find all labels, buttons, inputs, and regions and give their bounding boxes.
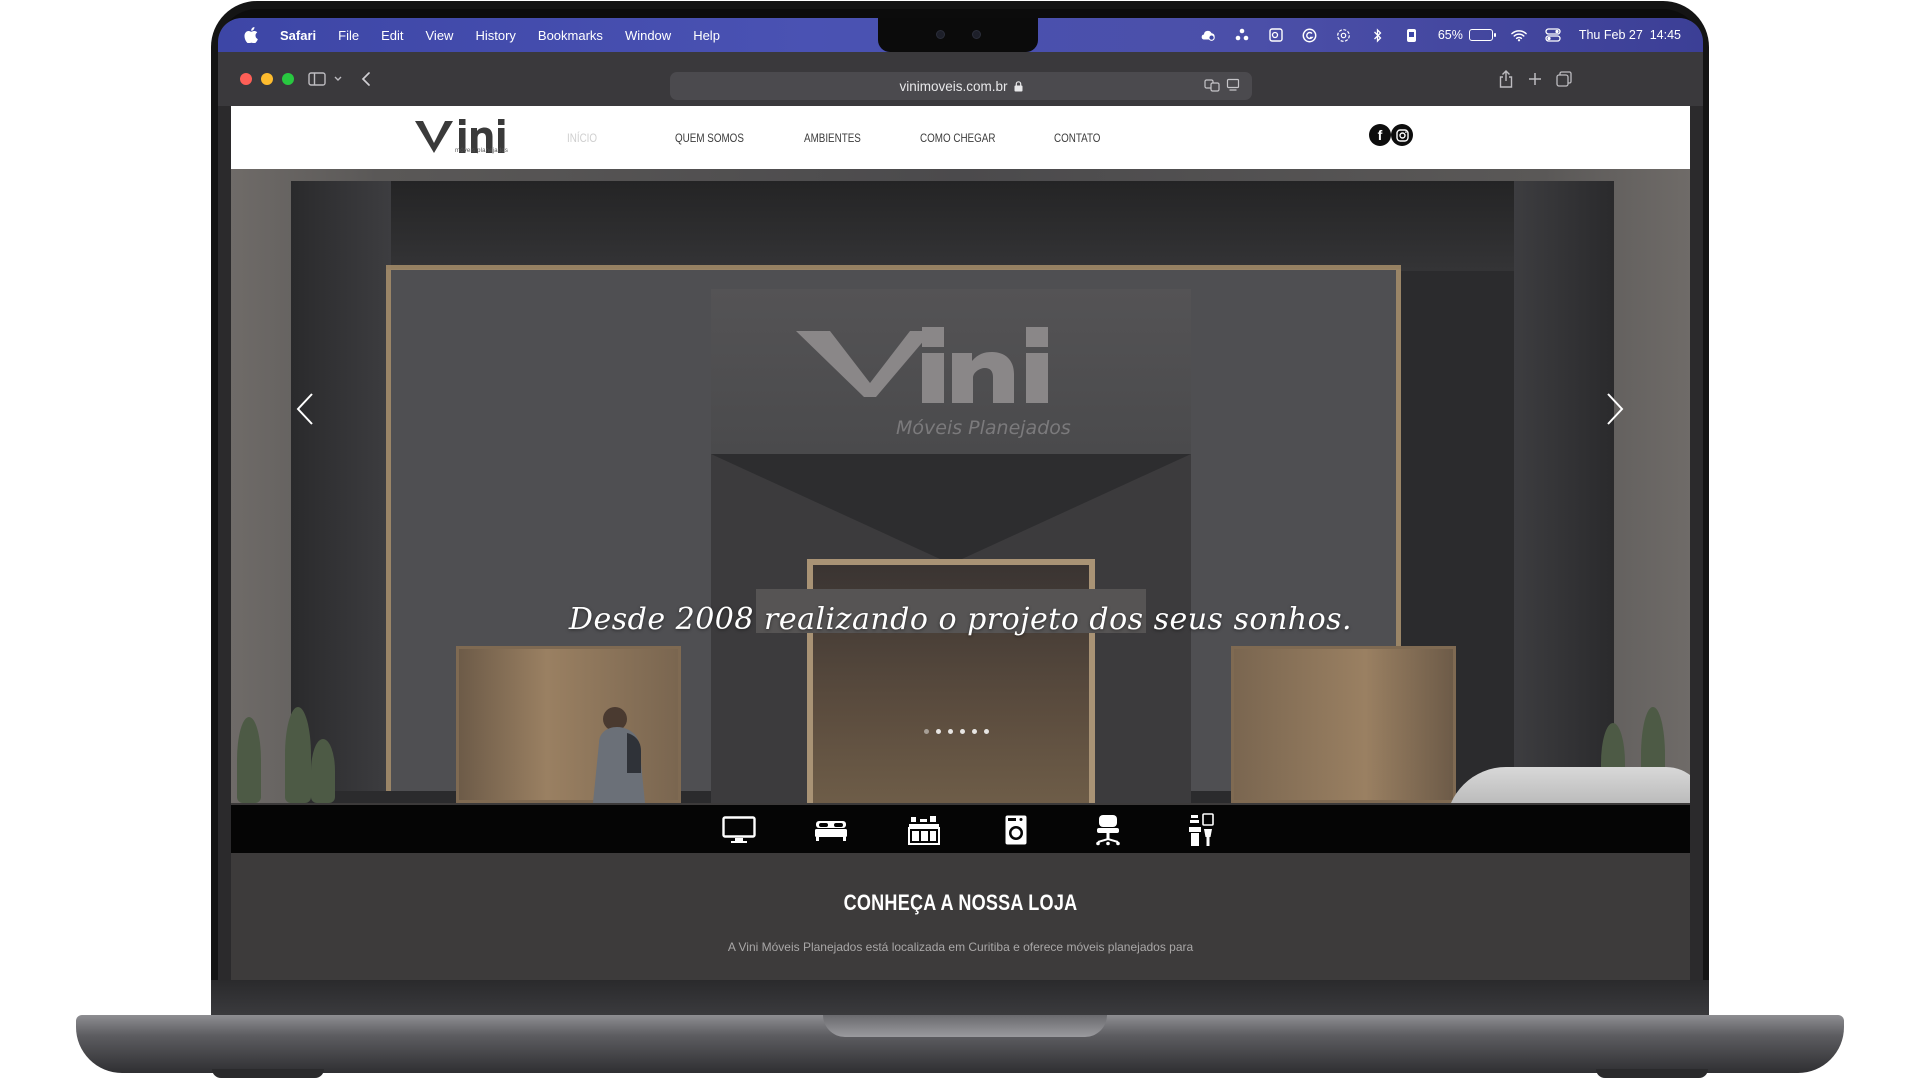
address-bar[interactable]: vinimoveis.com.br (670, 72, 1252, 100)
tv-icon[interactable] (719, 813, 759, 847)
share-network-icon[interactable] (1234, 27, 1250, 43)
nav-ambientes[interactable]: AMBIENTES (804, 106, 861, 169)
camera-notch (878, 18, 1038, 52)
device-icon[interactable] (1404, 27, 1420, 43)
lock-icon (1014, 80, 1023, 91)
category-bar (231, 805, 1690, 853)
store-section: CONHEÇA A NOSSA LOJA A Vini Móveis Plane… (231, 853, 1690, 980)
person-figure (593, 707, 645, 803)
menu-app-name[interactable]: Safari (280, 28, 316, 43)
chatgpt-icon[interactable] (1336, 27, 1352, 43)
battery-icon (1468, 29, 1496, 41)
slider-prev-button[interactable] (285, 384, 325, 434)
battery-indicator[interactable]: 65% (1437, 28, 1496, 42)
site-header: móveis planejados INÍCIO QUEM SOMOS AMBI… (231, 106, 1690, 169)
laundry-icon[interactable] (996, 813, 1036, 847)
laptop-foot-left (212, 1069, 324, 1078)
section-text: A Vini Móveis Planejados está localizada… (727, 940, 1194, 954)
chevron-left-icon (296, 393, 313, 425)
tab-overview-icon[interactable] (1554, 66, 1574, 92)
apple-icon[interactable] (244, 27, 258, 43)
laptop-base-notch (823, 1015, 1107, 1037)
slider-pagination (924, 729, 989, 734)
battery-percent: 65% (1437, 28, 1463, 42)
screen-chin (211, 980, 1709, 1017)
clock[interactable]: Thu Feb 27 14:45 (1579, 28, 1681, 42)
menu-window[interactable]: Window (625, 28, 671, 43)
safari-toolbar: vinimoveis.com.br (218, 52, 1703, 106)
office-chair-icon[interactable] (1088, 813, 1128, 847)
slider-dot[interactable] (972, 729, 977, 734)
window-controls (240, 73, 294, 85)
slider-dot[interactable] (984, 729, 989, 734)
macos-menubar: Safari File Edit View History Bookmarks … (218, 18, 1703, 52)
close-button[interactable] (240, 73, 252, 85)
laptop-foot-right (1596, 1069, 1708, 1078)
new-tab-icon[interactable] (1525, 66, 1545, 92)
hero-slider[interactable]: Móveis Planejados Desde 2008 realizando … (231, 169, 1690, 803)
wifi-icon[interactable] (1511, 27, 1527, 43)
storefront-sign (796, 327, 1048, 403)
sidebar-toggle-icon[interactable] (306, 66, 328, 92)
storefront-sign-subtitle: Móveis Planejados (896, 417, 1071, 439)
menu-bookmarks[interactable]: Bookmarks (538, 28, 603, 43)
zoom-button[interactable] (282, 73, 294, 85)
facebook-icon[interactable]: f (1369, 124, 1391, 146)
bathroom-icon[interactable] (1182, 813, 1222, 847)
kitchen-icon[interactable] (904, 813, 944, 847)
section-title: CONHEÇA A NOSSA LOJA (843, 890, 1078, 915)
url-text: vinimoveis.com.br (899, 78, 1008, 94)
share-icon[interactable] (1496, 66, 1516, 92)
menu-help[interactable]: Help (693, 28, 720, 43)
laptop-mockup: Safari File Edit View History Bookmarks … (0, 0, 1920, 1080)
menu-view[interactable]: View (426, 28, 454, 43)
chevron-down-icon[interactable] (332, 66, 344, 92)
slider-next-button[interactable] (1595, 384, 1635, 434)
nav-quem-somos[interactable]: QUEM SOMOS (675, 106, 744, 169)
slider-dot[interactable] (948, 729, 953, 734)
control-center-icon[interactable] (1545, 27, 1561, 43)
nav-como-chegar[interactable]: COMO CHEGAR (920, 106, 995, 169)
menu-history[interactable]: History (475, 28, 515, 43)
minimize-button[interactable] (261, 73, 273, 85)
cloud-sync-icon[interactable] (1200, 27, 1216, 43)
grammarly-icon[interactable] (1302, 27, 1318, 43)
bluetooth-icon[interactable] (1370, 27, 1386, 43)
vini-logo[interactable] (415, 115, 517, 161)
nav-inicio[interactable]: INÍCIO (567, 106, 597, 169)
reader-icon[interactable] (1226, 78, 1240, 92)
outlook-icon[interactable] (1268, 27, 1284, 43)
translate-icon[interactable] (1204, 78, 1220, 92)
bed-icon[interactable] (811, 813, 851, 847)
logo-tagline: móveis planejados (455, 148, 509, 154)
menu-file[interactable]: File (338, 28, 359, 43)
nav-contato[interactable]: CONTATO (1054, 106, 1100, 169)
slider-dot[interactable] (924, 729, 929, 734)
chevron-right-icon (1607, 393, 1624, 425)
back-button[interactable] (356, 66, 376, 92)
web-page: móveis planejados INÍCIO QUEM SOMOS AMBI… (231, 106, 1690, 980)
slider-dot[interactable] (936, 729, 941, 734)
screen: Safari File Edit View History Bookmarks … (218, 18, 1703, 980)
instagram-icon[interactable] (1391, 124, 1413, 146)
hero-caption: Desde 2008 realizando o projeto dos seus… (568, 602, 1353, 637)
menu-edit[interactable]: Edit (381, 28, 403, 43)
slider-dot[interactable] (960, 729, 965, 734)
